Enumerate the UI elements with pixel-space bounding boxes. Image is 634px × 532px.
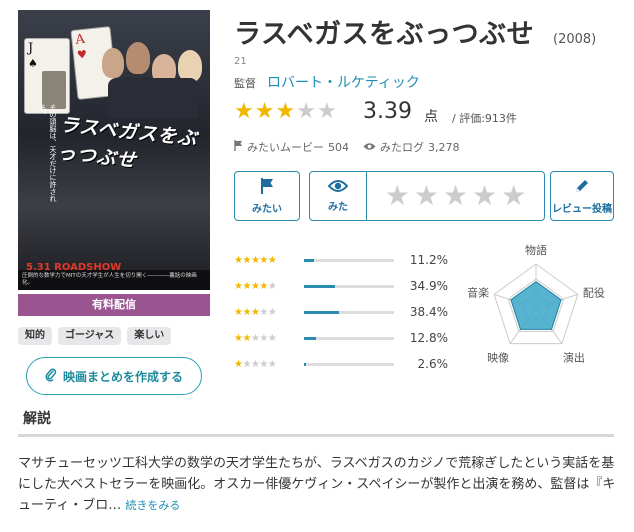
distribution-stars: ★★★★★ [234,306,277,318]
want-to-watch-button[interactable]: みたい [234,171,300,221]
mood-tags: 知的 ゴージャス 楽しい [18,327,172,345]
movie-poster[interactable]: J ♠ A ♥ その頭脳は、天才だけに許される。 ラスベガスをぶっつぶせ 5.3… [18,10,210,290]
user-stats: みたいムービー 504 みたログ 3,278 [234,139,460,155]
distribution-percent: 34.9% [409,279,448,293]
movie-description: マサチューセッツ工科大学の数学の天才学生たちが、ラスベガスのカジノで荒稼ぎしたと… [18,456,616,513]
average-rating-stars: ★ ★ ★ ★ ★ [234,100,337,124]
rating-star[interactable]: ★ [472,181,497,211]
release-year: (2008) [553,32,597,47]
distribution-row: ★★★★★ 34.9% [234,273,454,299]
poster-tagline: その頭脳は、天才だけに許される。 [39,104,57,202]
rating-star[interactable]: ★ [385,181,410,211]
average-score: 3.39 [363,99,412,124]
rating-star[interactable]: ★ [414,181,439,211]
eye-icon [363,141,376,154]
distribution-bar-fill [304,336,316,340]
distribution-bar-fill [304,284,336,288]
distribution-bar-fill [304,310,339,314]
distribution-row: ★★★★★ 2.6% [234,351,454,377]
read-more-link[interactable]: 続きをみる [125,499,180,512]
distribution-bar [304,362,394,366]
distribution-bar-fill [304,258,315,262]
rate-widget: みた ★ ★ ★ ★ ★ [309,171,545,221]
radar-label: 映像 [487,352,509,364]
playing-card-jack: J ♠ [24,38,70,114]
pencil-icon [573,177,591,198]
rating-star[interactable]: ★ [501,181,526,211]
distribution-stars: ★★★★★ [234,332,277,344]
page-title: ラスベガスをぶっつぶせ [234,19,535,50]
section-divider [18,434,614,437]
create-summary-button[interactable]: 映画まとめを作成する [26,357,202,395]
rating-star: ★ [234,99,254,124]
distribution-stars: ★★★★★ [234,254,277,266]
log-stat[interactable]: みたログ 3,278 [363,139,460,155]
distribution-stars: ★★★★★ [234,280,277,292]
user-rating-stars[interactable]: ★ ★ ★ ★ ★ [367,172,544,220]
distribution-bar [304,336,394,340]
create-summary-label: 映画まとめを作成する [62,369,183,384]
distribution-row: ★★★★★ 11.2% [234,247,454,273]
radar-area [510,280,562,330]
section-title: 解説 [23,411,51,427]
rating-star: ★ [254,99,275,124]
tag-item[interactable]: 楽しい [127,327,172,345]
distribution-row: ★★★★★ 38.4% [234,299,454,325]
distribution-row: ★★★★★ 12.8% [234,325,454,351]
radar-label: 音楽 [467,285,489,299]
flag-icon [234,140,243,154]
post-review-button[interactable]: レビュー投稿 [550,171,614,221]
flag-icon [260,177,274,198]
rating-star: ★ [275,99,296,124]
radar-label: 配役 [583,285,605,299]
distribution-bar [304,258,394,262]
want-stat[interactable]: みたいムービー 504 [234,139,349,155]
category-radar-chart: 物語配役演出 映像 音楽 [467,244,605,364]
paperclip-icon [45,368,57,385]
paid-streaming-button[interactable]: 有料配信 [18,294,210,316]
director-link[interactable]: ロバート・ルケティック [267,72,420,92]
score-unit: 点 [424,109,438,125]
distribution-stars: ★★★★★ [234,358,277,370]
rating-star: ★ [296,99,316,124]
distribution-bar [304,310,394,314]
radar-label: 演出 [563,351,585,364]
rating-distribution: ★★★★★ 11.2% ★★★★★ 34.9% ★★★★★ 38.4% ★★★★★ 12.8%… [234,247,454,377]
distribution-bar [304,284,394,288]
poster-credit-strip: 圧倒的な数学力でMITの天才学生が人生を切り開く――――裏話の映画化。 [18,270,210,290]
distribution-percent: 2.6% [417,357,449,371]
watched-button[interactable]: みた [310,172,367,220]
director-label: 監督 [234,77,256,90]
distribution-percent: 12.8% [409,331,448,345]
review-count: / 評価:913件 [452,112,517,125]
distribution-bar-fill [304,362,307,366]
distribution-percent: 38.4% [409,305,448,319]
rating-star: ★ [316,99,337,124]
radar-label: 物語 [525,244,547,257]
poster-cast-image [98,40,208,120]
rating-star[interactable]: ★ [443,181,468,211]
tag-item[interactable]: 知的 [18,327,52,345]
age-rating: 21 [234,56,247,67]
distribution-percent: 11.2% [409,253,448,267]
eye-icon [327,179,349,196]
tag-item[interactable]: ゴージャス [58,327,122,345]
